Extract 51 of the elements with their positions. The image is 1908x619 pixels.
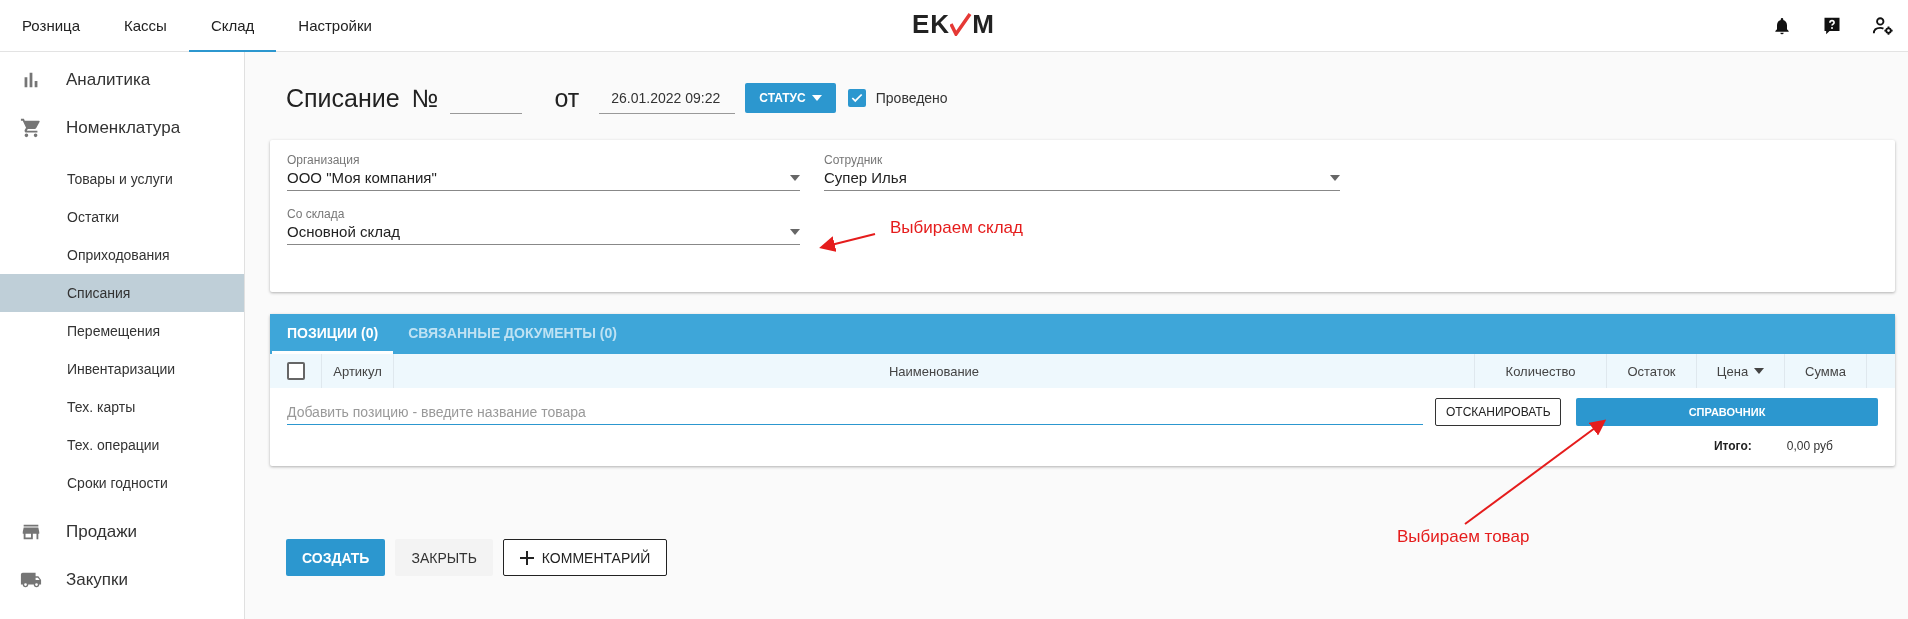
- date-label: от: [554, 83, 580, 113]
- sidebar-subitem[interactable]: Инвентаризации: [0, 350, 244, 388]
- sidebar-subitem[interactable]: Списания: [0, 274, 244, 312]
- caret-icon: [1330, 174, 1340, 181]
- posted-checkbox[interactable]: [847, 89, 866, 107]
- total-value: 0,00 руб: [1786, 439, 1833, 453]
- sidebar-subitem[interactable]: Сроки годности: [0, 464, 244, 502]
- select-field[interactable]: Организация ООО "Моя компания": [287, 153, 800, 191]
- add-position-field[interactable]: Добавить позицию - введите название товара: [287, 399, 1423, 425]
- date-field[interactable]: 26.01.2022 09:22: [599, 82, 736, 114]
- action-button[interactable]: КОММЕНТАРИЙ: [502, 539, 668, 576]
- caret-icon: [790, 174, 800, 181]
- document-title: Списание: [286, 83, 400, 113]
- column-header[interactable]: Артикул: [322, 354, 394, 388]
- caret-icon: [811, 95, 822, 101]
- column-header[interactable]: Остаток: [1607, 354, 1697, 388]
- select-field[interactable]: Сотрудник Супер Илья: [824, 153, 1340, 191]
- column-header[interactable]: Сумма: [1785, 354, 1867, 388]
- caret-icon: [790, 228, 800, 235]
- sidebar-item[interactable]: Номенклатура: [0, 104, 244, 152]
- sidebar-item[interactable]: Продажи: [0, 508, 244, 556]
- nav-tab[interactable]: Розница: [0, 0, 102, 52]
- check-icon: [849, 91, 864, 105]
- sidebar-subitem[interactable]: Оприходования: [0, 236, 244, 274]
- logo: EK M: [912, 11, 995, 37]
- nav-tab[interactable]: Настройки: [276, 0, 394, 52]
- nav-tab[interactable]: Кассы: [102, 0, 189, 52]
- cart-icon: [20, 117, 42, 139]
- column-header[interactable]: Наименование: [394, 354, 1475, 388]
- annotation-text: Выбираем товар: [1397, 527, 1530, 547]
- caret-icon: [1754, 368, 1765, 374]
- sidebar-subitem[interactable]: Остатки: [0, 198, 244, 236]
- sidebar-subitem[interactable]: Перемещения: [0, 312, 244, 350]
- sidebar-item[interactable]: Аналитика: [0, 56, 244, 104]
- scan-button[interactable]: ОТСКАНИРОВАТЬ: [1435, 398, 1561, 426]
- column-header[interactable]: Цена: [1697, 354, 1785, 388]
- action-button[interactable]: ЗАКРЫТЬ: [395, 539, 493, 576]
- sidebar-subitem[interactable]: Товары и услуги: [0, 160, 244, 198]
- select-field[interactable]: Со склада Основной склад: [287, 207, 800, 245]
- column-header[interactable]: Количество: [1475, 354, 1607, 388]
- annotation-arrow: [819, 233, 876, 252]
- number-label: №: [411, 83, 439, 113]
- sidebar-subitem[interactable]: Тех. карты: [0, 388, 244, 426]
- user-settings-icon[interactable]: [1872, 14, 1894, 37]
- total-label: Итого:: [1713, 439, 1752, 453]
- sidebar-subitem[interactable]: Тех. операции: [0, 426, 244, 464]
- plus-icon: [519, 550, 534, 565]
- select-all-checkbox[interactable]: [286, 362, 305, 380]
- annotation-text: Выбираем склад: [890, 218, 1023, 238]
- sidebar-item[interactable]: Закупки: [0, 556, 244, 604]
- posted-label: Проведено: [875, 90, 948, 106]
